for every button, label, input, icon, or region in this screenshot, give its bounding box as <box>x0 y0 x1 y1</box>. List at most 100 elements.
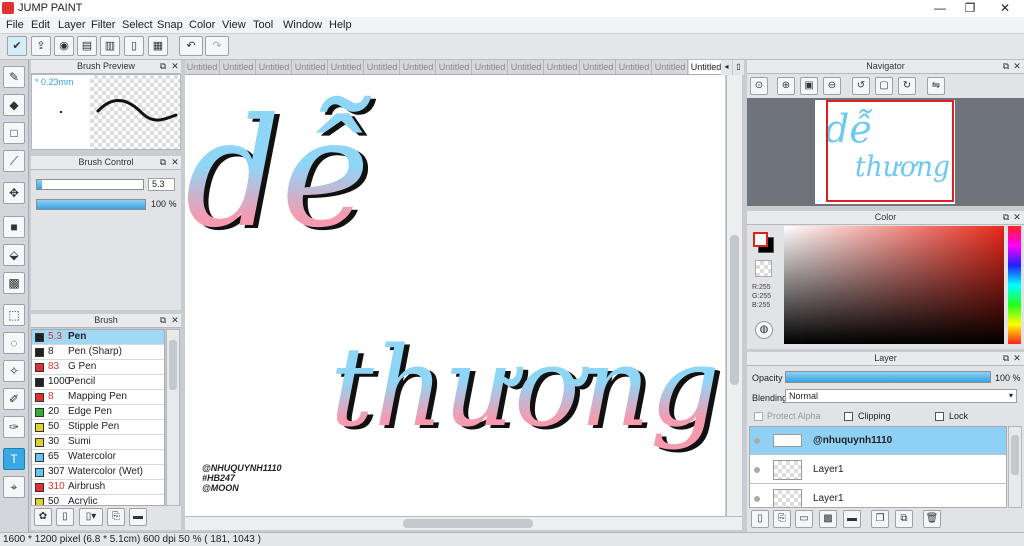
layer-opacity-slider[interactable] <box>785 371 991 383</box>
brush-list-item[interactable]: 65 Watercolor <box>32 450 164 465</box>
chat-icon[interactable]: ▤ <box>77 36 97 56</box>
document-tab[interactable]: Untitled <box>185 60 220 74</box>
text-tool-icon[interactable]: T <box>3 448 25 470</box>
rotate-left-icon[interactable]: ↺ <box>852 77 870 95</box>
panel-close-icon[interactable]: ✕ <box>1012 353 1022 363</box>
lasso-tool-icon[interactable]: ◌ <box>3 332 25 354</box>
brush-list-item[interactable]: 20 Edge Pen <box>32 405 164 420</box>
close-button[interactable]: ✕ <box>990 0 1020 17</box>
menu-filter[interactable]: Filter <box>91 19 115 31</box>
rotate-reset-icon[interactable]: ▢ <box>875 77 893 95</box>
visibility-icon[interactable] <box>754 467 760 473</box>
eraser-tool-icon[interactable]: ◆ <box>3 94 25 116</box>
export-icon[interactable]: ⇪ <box>31 36 51 56</box>
canvas-horizontal-scrollbar[interactable] <box>185 516 742 530</box>
menu-window[interactable]: Window <box>283 19 322 31</box>
lock-checkbox[interactable] <box>935 412 944 421</box>
rotate-right-icon[interactable]: ↻ <box>898 77 916 95</box>
comment-icon[interactable]: ◉ <box>54 36 74 56</box>
document-tab[interactable]: Untitled <box>365 60 400 74</box>
document-icon[interactable]: ▥ <box>100 36 120 56</box>
brush-list-item[interactable]: 30 Sumi <box>32 435 164 450</box>
brush-list-scrollbar[interactable] <box>166 329 180 506</box>
color-palette-icon[interactable]: ◍ <box>755 321 773 339</box>
menu-view[interactable]: View <box>222 19 246 31</box>
visibility-icon[interactable] <box>754 496 760 502</box>
brush-list-item[interactable]: 50 Stipple Pen <box>32 420 164 435</box>
merge-layer-icon[interactable]: ⧉ <box>895 510 913 528</box>
canvas-vertical-thumb[interactable] <box>730 235 739 385</box>
undo-icon[interactable]: ↶ <box>179 36 203 56</box>
brush-list-scroll-thumb[interactable] <box>169 340 177 390</box>
brush-list-item[interactable]: 8 Pen (Sharp) <box>32 345 164 360</box>
brush-list-item[interactable]: 83 G Pen <box>32 360 164 375</box>
tabs-menu-icon[interactable]: ▯ <box>733 60 744 75</box>
new-tone-layer-icon[interactable]: ▩ <box>819 510 837 528</box>
document-tab[interactable]: Untitled <box>689 60 724 74</box>
panel-close-icon[interactable]: ✕ <box>170 315 180 325</box>
minimize-button[interactable]: — <box>925 0 955 17</box>
gradient-tool-icon[interactable]: ▩ <box>3 272 25 294</box>
bucket-tool-icon[interactable]: ⬙ <box>3 244 25 266</box>
panel-float-icon[interactable]: ⧉ <box>158 157 168 167</box>
document-tab[interactable]: Untitled <box>545 60 580 74</box>
magic-wand-tool-icon[interactable]: ✧ <box>3 360 25 382</box>
move-tool-icon[interactable]: ✥ <box>3 182 25 204</box>
zoom-out-icon[interactable]: ⊖ <box>823 77 841 95</box>
hue-slider[interactable] <box>1008 226 1021 344</box>
brush-add-icon[interactable]: ✿ <box>34 508 52 526</box>
maximize-button[interactable]: ❐ <box>955 0 985 17</box>
fill-rect-tool-icon[interactable]: ■ <box>3 216 25 238</box>
panel-float-icon[interactable]: ⧉ <box>1001 212 1011 222</box>
page-icon[interactable]: ▯ <box>124 36 144 56</box>
check-icon[interactable]: ✔ <box>7 36 27 56</box>
protect-alpha-checkbox[interactable] <box>754 412 763 421</box>
menu-color[interactable]: Color <box>189 19 215 31</box>
layer-row[interactable]: @nhuquynh1110 <box>750 427 1006 455</box>
zoom-in-icon[interactable]: ⊕ <box>777 77 795 95</box>
select-rect-tool-icon[interactable]: ⬚ <box>3 304 25 326</box>
panel-close-icon[interactable]: ✕ <box>170 157 180 167</box>
new-folder-icon[interactable]: ▬ <box>843 510 861 528</box>
layer-row[interactable]: Layer1 <box>750 456 1006 484</box>
panel-close-icon[interactable]: ✕ <box>170 61 180 71</box>
menu-layer[interactable]: Layer <box>58 19 86 31</box>
menu-edit[interactable]: Edit <box>31 19 50 31</box>
document-tab[interactable]: Untitled <box>329 60 364 74</box>
zoom-reset-icon[interactable]: ⊙ <box>750 77 768 95</box>
canvas-horizontal-thumb[interactable] <box>403 519 533 528</box>
document-tab[interactable]: Untitled <box>509 60 544 74</box>
tabs-scroll-left-icon[interactable]: ◂ <box>721 60 732 75</box>
new-layer-copy-icon[interactable]: ⎘ <box>773 510 791 528</box>
eyedropper-tool-icon[interactable]: ⌖ <box>3 476 25 498</box>
rectangle-tool-icon[interactable]: □ <box>3 122 25 144</box>
visibility-icon[interactable] <box>754 438 760 444</box>
brush-size-value[interactable]: 5.3 <box>148 178 175 191</box>
brush-list-item[interactable]: 1000 Pencil <box>32 375 164 390</box>
redo-icon[interactable]: ↷ <box>205 36 229 56</box>
flip-icon[interactable]: ⇋ <box>927 77 945 95</box>
brush-list-item[interactable]: 307 Watercolor (Wet) <box>32 465 164 480</box>
brush-new-icon[interactable]: ▯ <box>56 508 74 526</box>
new-raster-layer-icon[interactable]: ▭ <box>795 510 813 528</box>
document-tab[interactable]: Untitled <box>401 60 436 74</box>
panel-float-icon[interactable]: ⧉ <box>1001 353 1011 363</box>
new-layer-icon[interactable]: ▯ <box>751 510 769 528</box>
document-tab[interactable]: Untitled <box>293 60 328 74</box>
menu-snap[interactable]: Snap <box>157 19 183 31</box>
brush-size-slider[interactable] <box>36 179 144 190</box>
brush-list-item[interactable]: 310 Airbrush <box>32 480 164 495</box>
brush-folder-icon[interactable]: ▬ <box>129 508 147 526</box>
select-eraser-tool-icon[interactable]: ✑ <box>3 416 25 438</box>
panel-close-icon[interactable]: ✕ <box>1012 212 1022 222</box>
fit-icon[interactable]: ▣ <box>800 77 818 95</box>
menu-tool[interactable]: Tool <box>253 19 273 31</box>
line-tool-icon[interactable]: ⟋ <box>3 150 25 172</box>
navigator-view-rect[interactable] <box>826 100 954 202</box>
pen-tool-icon[interactable]: ✎ <box>3 66 25 88</box>
panel-float-icon[interactable]: ⧉ <box>158 315 168 325</box>
foreground-color-swatch[interactable] <box>753 232 768 247</box>
saturation-value-picker[interactable] <box>784 226 1004 344</box>
select-pen-tool-icon[interactable]: ✐ <box>3 388 25 410</box>
document-tab[interactable]: Untitled <box>473 60 508 74</box>
